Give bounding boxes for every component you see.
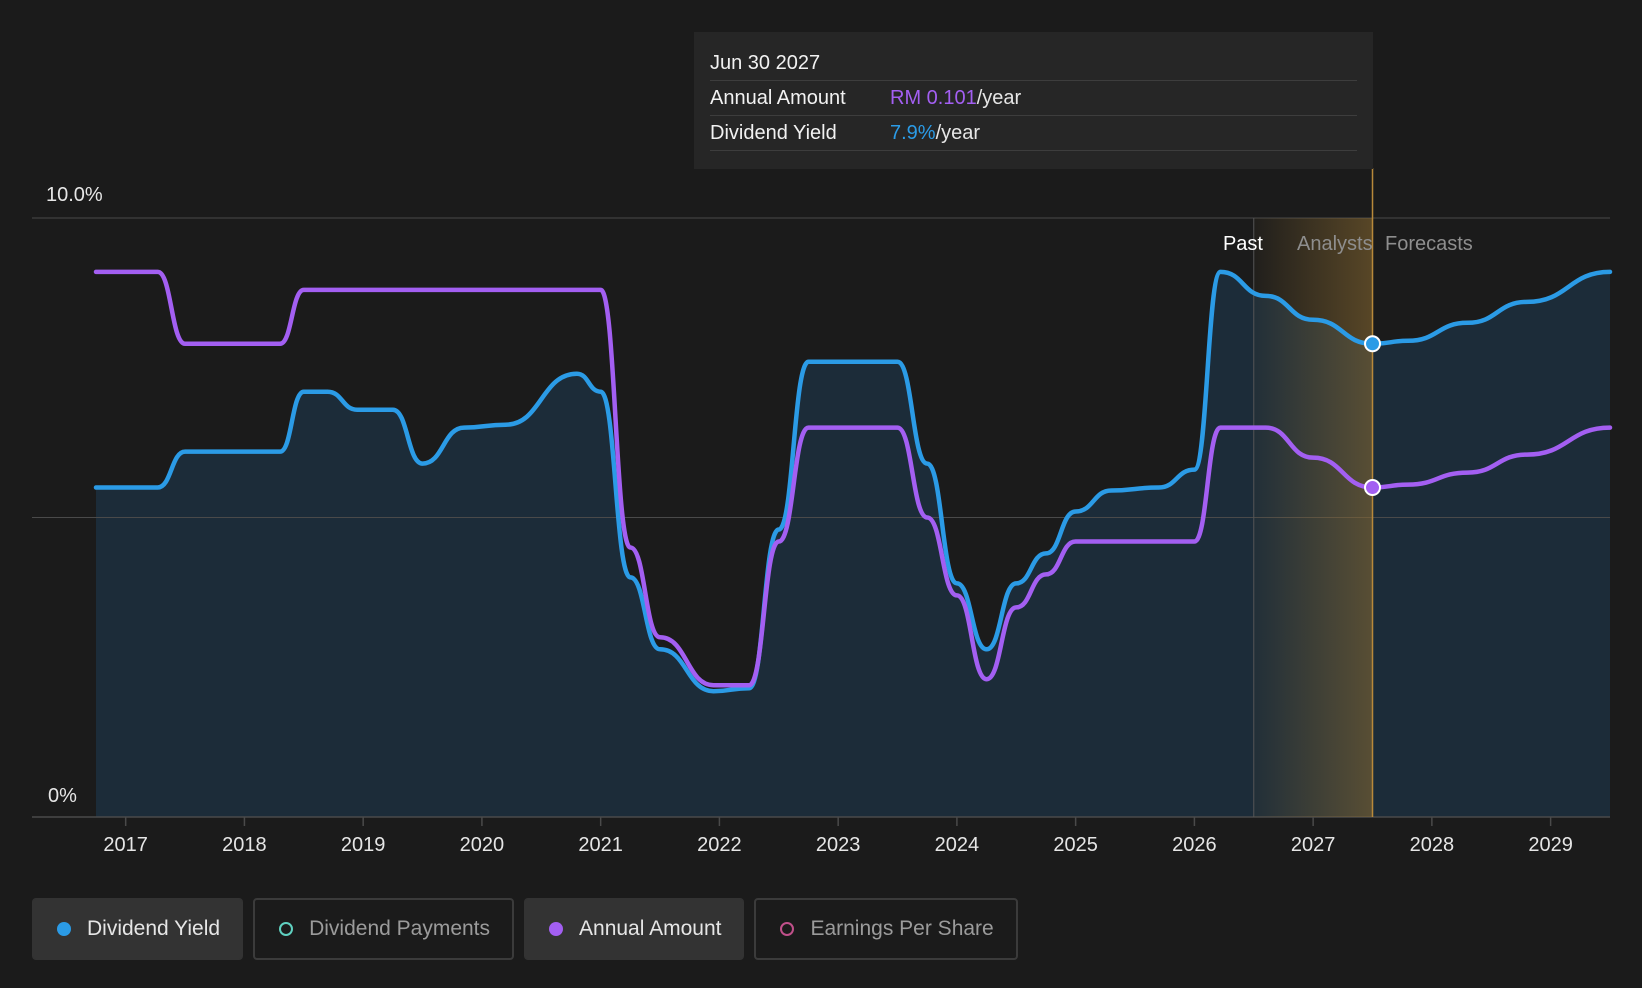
tooltip-date: Jun 30 2027 bbox=[710, 46, 1357, 81]
x-tick-label: 2020 bbox=[460, 834, 505, 856]
tooltip-value: RM 0.101 bbox=[890, 86, 977, 109]
y-tick-label-top: 10.0% bbox=[46, 184, 103, 206]
dividend-yield-area bbox=[96, 271, 1610, 817]
tooltip-label: Dividend Yield bbox=[710, 121, 837, 144]
legend-label: Dividend Yield bbox=[87, 917, 221, 940]
legend-dividend-yield-button[interactable]: Dividend Yield bbox=[32, 898, 244, 960]
legend-label: Annual Amount bbox=[579, 917, 722, 940]
tooltip-unit: /year bbox=[935, 121, 981, 144]
earnings-per-share-ring-icon bbox=[780, 922, 795, 936]
legend-label: Earnings Per Share bbox=[810, 917, 994, 940]
tooltip: Jun 30 2027 Annual Amount RM 0.101 /year… bbox=[694, 32, 1373, 169]
x-tick-label: 2017 bbox=[103, 834, 148, 856]
tooltip-unit: /year bbox=[976, 86, 1022, 109]
x-tick-label: 2018 bbox=[222, 834, 267, 856]
dividend-yield-dot-icon bbox=[57, 922, 71, 936]
past-label: Past bbox=[1223, 233, 1263, 255]
x-tick-label: 2022 bbox=[697, 834, 742, 856]
tooltip-row-dividend-yield: Dividend Yield 7.9% /year bbox=[710, 116, 1357, 151]
legend-annual-amount-button[interactable]: Annual Amount bbox=[524, 898, 745, 960]
x-tick-label: 2029 bbox=[1528, 834, 1573, 856]
x-tick-label: 2028 bbox=[1410, 834, 1455, 856]
x-tick-label: 2025 bbox=[1053, 834, 1098, 856]
annual-amount-dot-icon bbox=[549, 922, 564, 936]
x-tick-label: 2026 bbox=[1172, 834, 1217, 856]
dividend-yield-marker bbox=[1364, 335, 1382, 353]
y-tick-label-bottom: 0% bbox=[48, 785, 77, 807]
tooltip-value: 7.9% bbox=[890, 121, 936, 144]
legend-earnings-per-share-button[interactable]: Earnings Per Share bbox=[754, 898, 1018, 960]
yield-area bbox=[96, 271, 1610, 817]
legend-label: Dividend Payments bbox=[309, 917, 491, 940]
legend: Dividend Yield Dividend Payments Annual … bbox=[32, 898, 1018, 960]
forecasts-label: Forecasts bbox=[1385, 233, 1473, 255]
annual-amount-marker bbox=[1364, 479, 1382, 497]
legend-dividend-payments-button[interactable]: Dividend Payments bbox=[253, 898, 515, 960]
x-tick-label: 2024 bbox=[935, 834, 980, 856]
axis-ticks: 2017 2018 2019 2020 2021 2022 2023 2024 2025 2026… bbox=[103, 817, 1573, 856]
analysts-label: Analysts bbox=[1297, 233, 1373, 255]
x-tick-label: 2027 bbox=[1291, 834, 1336, 856]
x-tick-label: 2023 bbox=[816, 834, 861, 856]
forecast-highlight-band bbox=[1253, 218, 1373, 817]
x-tick-label: 2021 bbox=[578, 834, 623, 856]
forecast-highlight bbox=[1253, 168, 1374, 817]
dividend-payments-ring-icon bbox=[279, 922, 294, 936]
x-tick-label: 2019 bbox=[341, 834, 386, 856]
tooltip-label: Annual Amount bbox=[710, 86, 846, 109]
tooltip-row-annual-amount: Annual Amount RM 0.101 /year bbox=[710, 81, 1357, 116]
